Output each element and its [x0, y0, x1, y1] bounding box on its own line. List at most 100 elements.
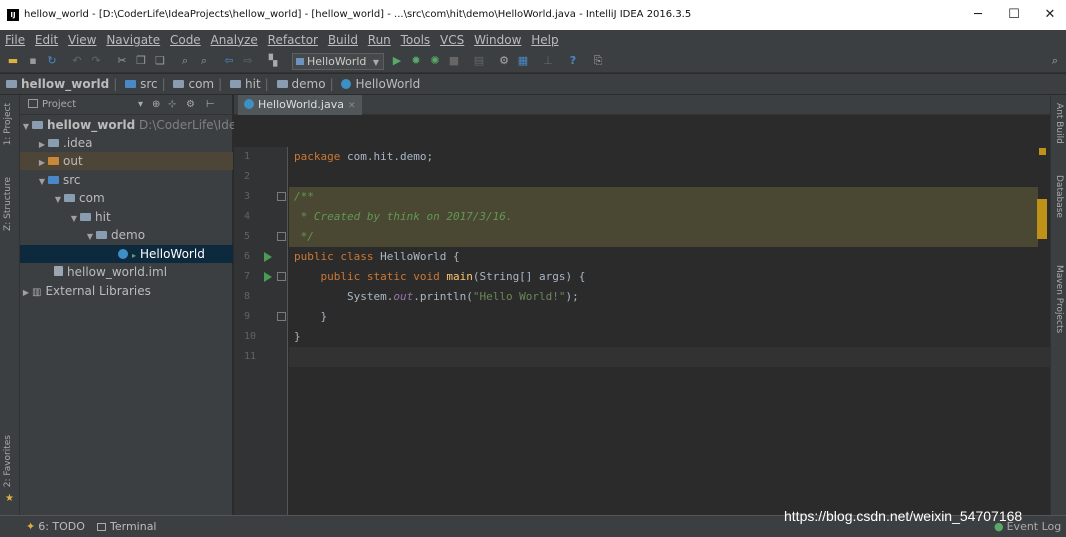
fold-icon[interactable]: [277, 272, 286, 281]
run-icon[interactable]: ▶: [390, 54, 404, 68]
code-line-10: }: [294, 330, 301, 343]
menu-refactor[interactable]: Refactor: [268, 33, 318, 47]
menu-vcs[interactable]: VCS: [440, 33, 464, 47]
sync-icon[interactable]: ↻: [45, 54, 59, 68]
menu-view[interactable]: View: [68, 33, 96, 47]
menu-tools[interactable]: Tools: [401, 33, 431, 47]
paste-icon[interactable]: ❏: [153, 54, 167, 68]
replace-icon[interactable]: ⌕: [197, 54, 211, 68]
project-structure-icon[interactable]: ⚙: [497, 54, 511, 68]
tree-item-helloworld[interactable]: ▸ HelloWorld: [20, 245, 233, 263]
menu-code[interactable]: Code: [170, 33, 201, 47]
maven-projects-tool-tab[interactable]: Maven Projects: [1054, 265, 1064, 333]
source-folder-icon: [48, 176, 59, 184]
collapse-arrow-icon[interactable]: ▶: [20, 284, 32, 302]
expand-arrow-icon[interactable]: ▼: [84, 228, 96, 246]
run-configuration-label: HelloWorld: [307, 55, 367, 68]
scroll-from-source-icon[interactable]: ⊕: [152, 95, 160, 115]
line-number: 4: [244, 211, 251, 222]
sdk-icon[interactable]: ▦: [516, 54, 530, 68]
project-tool-tab[interactable]: 1: Project: [3, 103, 13, 145]
menu-help[interactable]: Help: [531, 33, 558, 47]
copy-icon[interactable]: ❐: [134, 54, 148, 68]
layout-icon[interactable]: ▤: [472, 54, 486, 68]
package-icon: [96, 231, 107, 239]
tree-item-iml[interactable]: hellow_world.iml: [20, 263, 233, 281]
settings-gear-icon[interactable]: ⚙: [186, 95, 195, 115]
menu-file[interactable]: File: [5, 33, 25, 47]
menu-run[interactable]: Run: [368, 33, 391, 47]
forward-icon[interactable]: ⇨: [241, 54, 255, 68]
dropdown-icon[interactable]: ▾: [138, 95, 143, 115]
minimize-button[interactable]: ─: [960, 0, 996, 30]
help-icon[interactable]: ?: [566, 54, 580, 68]
code-line-11: [289, 347, 1038, 367]
terminal-icon[interactable]: ⎘: [591, 54, 605, 68]
collapse-all-icon[interactable]: ⊹: [168, 95, 176, 115]
breadcrumb-com[interactable]: com: [173, 74, 214, 95]
run-configuration-select[interactable]: HelloWorld ▼: [292, 53, 384, 70]
make-project-icon[interactable]: ▚: [266, 54, 280, 68]
breadcrumb-hit[interactable]: hit: [230, 74, 261, 95]
tree-item-com[interactable]: ▼ com: [20, 189, 233, 207]
breadcrumb-demo[interactable]: demo: [276, 74, 326, 95]
find-icon[interactable]: ⌕: [178, 54, 192, 68]
terminal-tool-button[interactable]: Terminal: [97, 516, 157, 537]
expand-arrow-icon[interactable]: ▼: [52, 191, 64, 209]
star-icon: ★: [5, 493, 14, 504]
save-icon[interactable]: ▪: [26, 54, 40, 68]
menu-build[interactable]: Build: [328, 33, 358, 47]
run-class-icon[interactable]: [264, 252, 272, 262]
search-everywhere-icon[interactable]: ⌕: [1048, 54, 1062, 68]
menu-analyze[interactable]: Analyze: [211, 33, 258, 47]
stop-icon[interactable]: ■: [447, 54, 461, 68]
run-main-icon[interactable]: [264, 272, 272, 282]
tree-item-src[interactable]: ▼ src: [20, 171, 233, 189]
tree-item-out[interactable]: ▶ out: [20, 152, 233, 170]
watermark: https://blog.csdn.net/weixin_54707168: [784, 508, 1023, 524]
debug-icon[interactable]: ✹: [409, 54, 423, 68]
inspection-status-marker[interactable]: [1039, 148, 1046, 155]
code-line-1: package com.hit.demo;: [294, 150, 434, 163]
tree-item-idea[interactable]: ▶ .idea: [20, 134, 233, 152]
code-area[interactable]: package com.hit.demo; /** * Created by t…: [289, 147, 1050, 515]
back-icon[interactable]: ⇦: [222, 54, 236, 68]
run-icon: ▸: [132, 251, 137, 260]
fold-icon[interactable]: [277, 192, 286, 201]
todo-tool-button[interactable]: ✦ 6: TODO: [26, 516, 85, 537]
favorites-tool-tab[interactable]: 2: Favorites: [3, 435, 13, 487]
open-folder-icon[interactable]: ▬: [6, 54, 20, 68]
project-panel-title[interactable]: Project: [42, 99, 76, 110]
database-tool-tab[interactable]: Database: [1054, 175, 1064, 218]
module-folder-icon: [6, 80, 17, 88]
highlight-scroll-marker[interactable]: [1037, 199, 1047, 239]
menu-edit[interactable]: Edit: [35, 33, 58, 47]
collapse-arrow-icon[interactable]: ▶: [36, 154, 48, 172]
tree-item-external-libraries[interactable]: ▶ ▥ External Libraries: [20, 282, 233, 300]
close-tab-icon[interactable]: ✕: [348, 101, 356, 111]
undo-icon[interactable]: ↶: [70, 54, 84, 68]
tab-helloworld-java[interactable]: HelloWorld.java ✕: [238, 95, 362, 115]
cut-icon[interactable]: ✂: [115, 54, 129, 68]
ant-build-tool-tab[interactable]: Ant Build: [1054, 103, 1064, 144]
menu-navigate[interactable]: Navigate: [106, 33, 160, 47]
close-button[interactable]: ✕: [1032, 0, 1066, 30]
hide-panel-icon[interactable]: ⊢: [206, 95, 215, 115]
maximize-button[interactable]: ☐: [996, 0, 1032, 30]
tree-item-hellow-world[interactable]: ▼ hellow_world D:\CoderLife\IdeaP: [20, 116, 251, 134]
ide-window: IJ hellow_world - [D:\CoderLife\IdeaProj…: [0, 0, 1066, 537]
vcs-icon[interactable]: ⊥: [541, 54, 555, 68]
coverage-icon[interactable]: ✺: [428, 54, 442, 68]
breadcrumb-helloworld[interactable]: HelloWorld: [341, 74, 420, 95]
menu-window[interactable]: Window: [474, 33, 521, 47]
code-line-6: public class HelloWorld {: [294, 250, 460, 263]
fold-icon[interactable]: [277, 312, 286, 321]
redo-icon[interactable]: ↷: [89, 54, 103, 68]
tree-item-demo[interactable]: ▼ demo: [20, 226, 233, 244]
breadcrumb-project[interactable]: hellow_world: [6, 74, 109, 95]
window-title: hellow_world - [D:\CoderLife\IdeaProject…: [24, 9, 692, 20]
breadcrumb-src[interactable]: src: [125, 74, 158, 95]
fold-icon[interactable]: [277, 232, 286, 241]
tree-item-hit[interactable]: ▼ hit: [20, 208, 233, 226]
structure-tool-tab[interactable]: Z: Structure: [3, 177, 13, 231]
